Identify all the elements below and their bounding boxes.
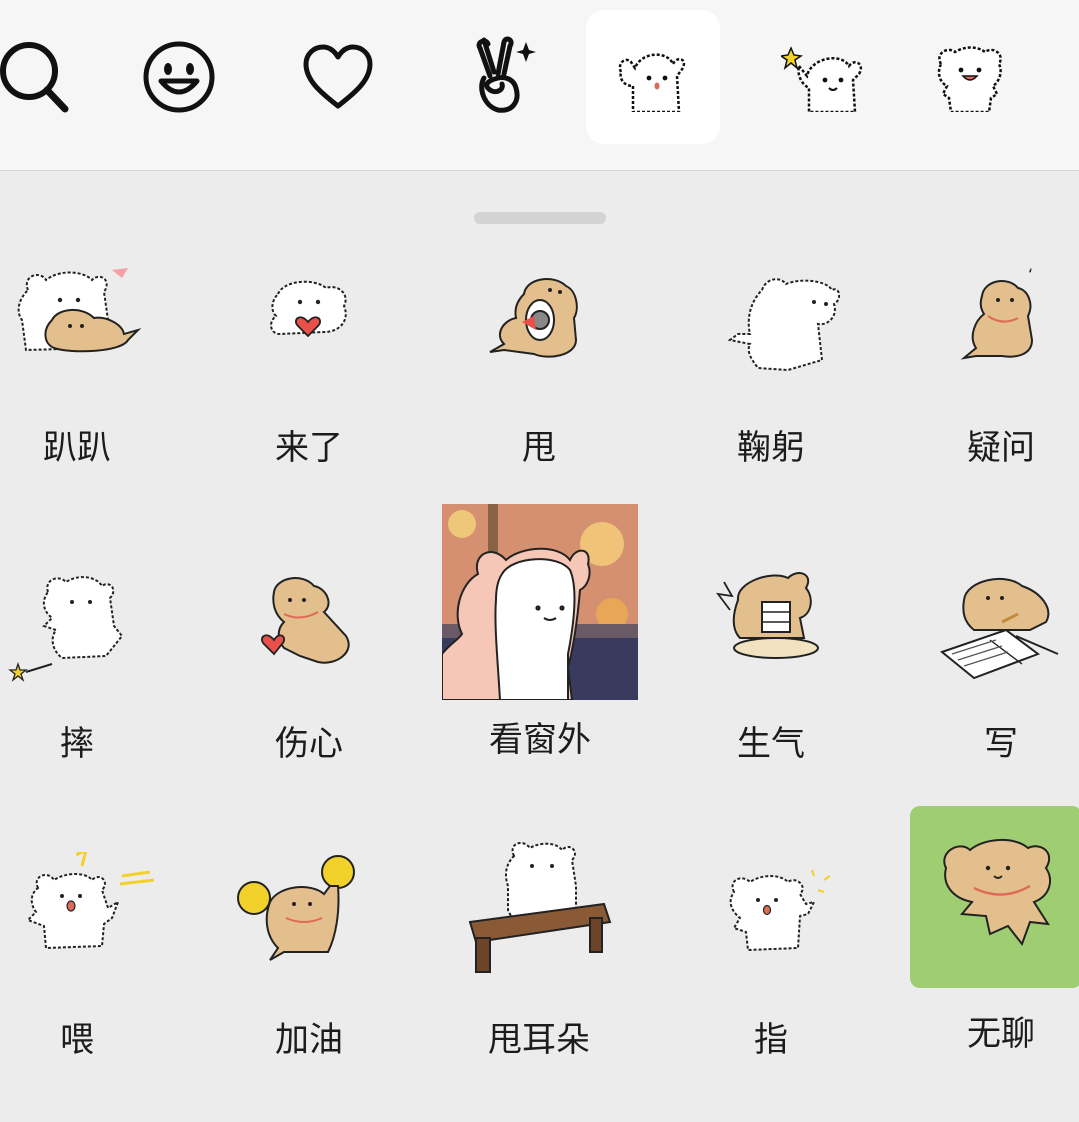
sticker-item[interactable]: 鞠躬	[676, 260, 866, 530]
sticker-item[interactable]: 看窗外	[442, 504, 638, 826]
sticker-label: 甩	[522, 428, 556, 468]
gesture-tab[interactable]	[428, 10, 562, 144]
sticker-label: 甩耳朵	[488, 1020, 590, 1060]
dog-bored-icon	[910, 806, 1079, 988]
sticker-label: 无聊	[967, 1014, 1035, 1054]
sticker-item[interactable]: 伤心	[214, 556, 404, 826]
emoji-tab[interactable]	[112, 10, 246, 144]
search-icon	[0, 42, 69, 113]
sticker-label: 指	[754, 1020, 788, 1060]
bear-on-bench-icon	[468, 841, 612, 973]
sticker-item[interactable]: 生气	[676, 556, 866, 826]
bear-pack-3-tab[interactable]	[902, 10, 1036, 144]
sticker-label: 疑问	[967, 428, 1035, 468]
sticker-label: 趴趴	[43, 428, 111, 468]
sticker-item[interactable]: 加油	[214, 852, 404, 1122]
sticker-item[interactable]: 甩耳朵	[444, 826, 634, 1122]
sticker-label: 摔	[60, 724, 94, 764]
bear-pack-1-tab[interactable]	[586, 10, 720, 144]
sticker-item[interactable]: ‘ 疑问	[906, 260, 1079, 530]
bear-star-icon	[781, 46, 863, 112]
sticker-label: 喂	[60, 1020, 94, 1060]
bear-smile-icon	[937, 46, 1002, 112]
sticker-label: 伤心	[275, 724, 343, 764]
favorites-tab[interactable]	[271, 10, 405, 144]
heart-icon	[303, 44, 373, 109]
sticker-label: 看窗外	[489, 720, 591, 760]
bear-pack-2-tab[interactable]	[756, 10, 890, 144]
drag-handle[interactable]	[474, 212, 606, 224]
sticker-label: 生气	[737, 724, 805, 764]
search-tab[interactable]	[0, 10, 94, 144]
sticker-item[interactable]: 趴趴	[0, 260, 172, 530]
sticker-item[interactable]: 来了	[214, 260, 404, 530]
sticker-item[interactable]: 无聊	[906, 806, 1079, 1106]
sticker-label: 鞠躬	[737, 428, 805, 468]
sticker-item[interactable]: 甩	[444, 260, 634, 530]
sticker-item[interactable]: 写	[906, 556, 1079, 826]
sticker-item[interactable]: 喂	[0, 852, 172, 1122]
sticker-item[interactable]: 摔	[0, 556, 172, 826]
sticker-tab-bar	[0, 0, 1079, 171]
sticker-label: 加油	[275, 1020, 343, 1060]
svg-text:‘: ‘	[1028, 265, 1033, 284]
sticker-label: 写	[984, 724, 1018, 764]
bear-wave-icon	[618, 53, 686, 112]
victory-hand-icon	[476, 36, 536, 113]
smiley-icon	[143, 41, 215, 113]
bear-window-icon	[442, 504, 638, 700]
sticker-label: 来了	[275, 428, 343, 468]
sticker-item[interactable]: 指	[676, 852, 866, 1122]
